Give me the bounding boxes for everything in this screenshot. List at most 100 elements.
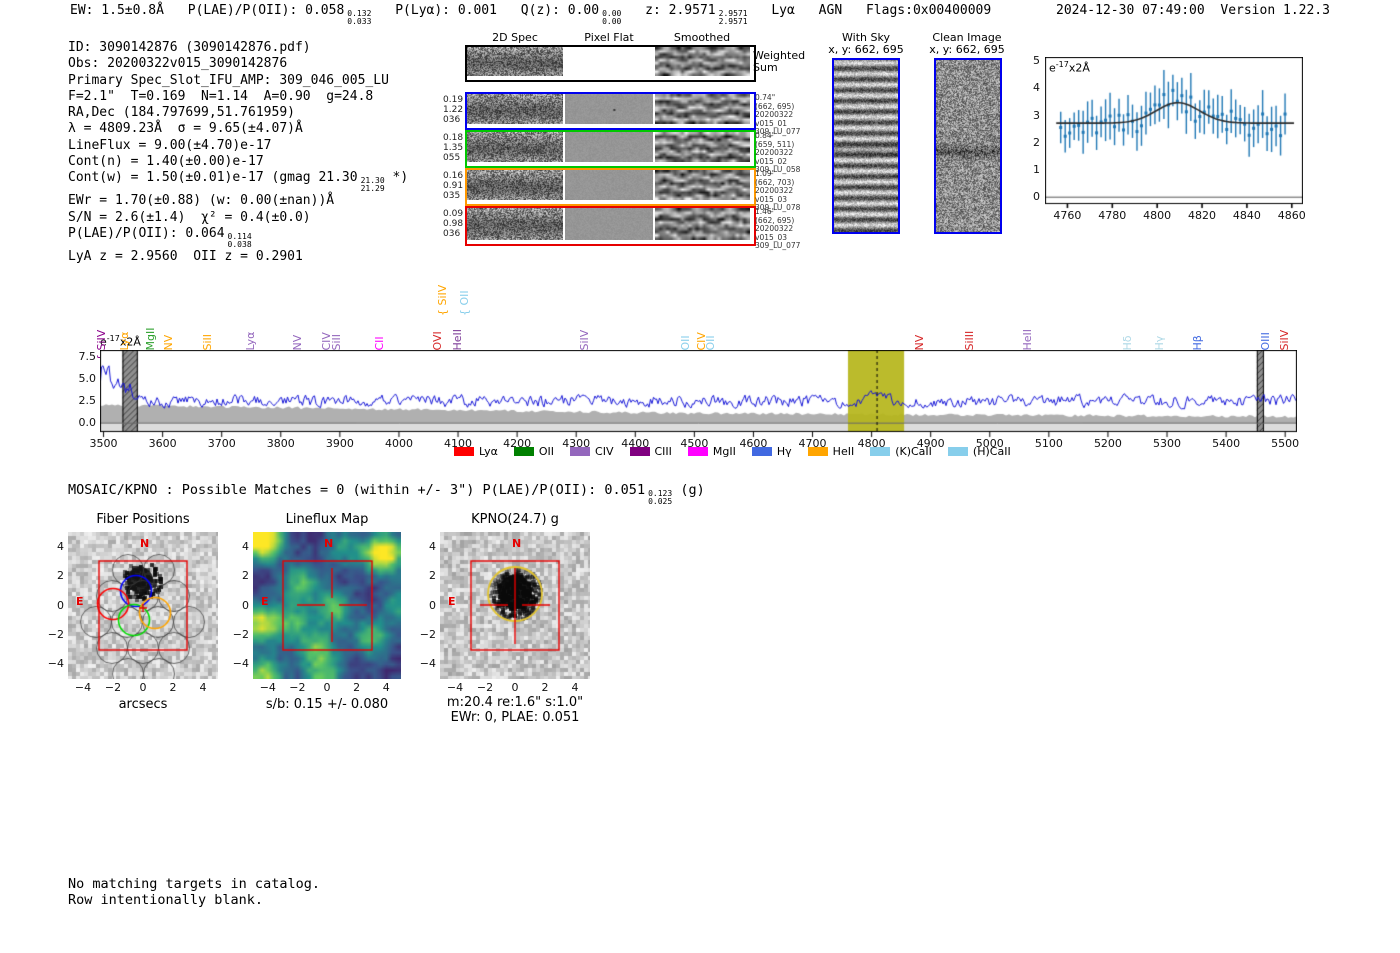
clean-image-coords: x, y: 662, 695 bbox=[929, 43, 1004, 56]
smoothed-cutout bbox=[655, 208, 750, 240]
legend-swatch bbox=[688, 447, 708, 456]
z-value: z: 2.95712.95712.9571 bbox=[645, 3, 747, 18]
legend-label: OII bbox=[539, 445, 554, 458]
legend-label: CIV bbox=[595, 445, 613, 458]
legend-label: Hγ bbox=[777, 445, 792, 458]
info-text: P(LAE)/P(OII): 0.064 bbox=[68, 226, 225, 241]
zoom-y-tick: 5 bbox=[1028, 54, 1040, 67]
spectrum-x-tick: 5500 bbox=[1271, 437, 1299, 450]
kpno-title: KPNO(24.7) g bbox=[471, 512, 559, 527]
info-text: Cont(w) = 1.50(±0.01)e-17 (gmag 21.30 bbox=[68, 170, 358, 185]
report-version: Version 1.22.3 bbox=[1220, 3, 1330, 18]
cutout-y-tick: −4 bbox=[227, 657, 249, 670]
info-uncertainty: 21.3021.29 bbox=[361, 177, 385, 193]
cutout-x-tick: 0 bbox=[512, 681, 519, 694]
cutout-x-tick: 0 bbox=[324, 681, 331, 694]
info-text: ID: 3090142876 (3090142876.pdf) bbox=[68, 40, 311, 55]
weighted-sum-label: WeightedSum bbox=[753, 50, 805, 74]
with-sky-image bbox=[832, 58, 900, 234]
emission-line-label: { OII bbox=[458, 290, 471, 316]
spectrum-y-tick: 0.0 bbox=[72, 416, 96, 429]
zoom-x-tick: 4820 bbox=[1188, 209, 1216, 222]
footer-notes: No matching targets in catalog. Row inte… bbox=[68, 876, 320, 908]
zoom-x-tick: 4780 bbox=[1098, 209, 1126, 222]
spec2d-row-right-label: 1.46"(662, 695)20200322v015_03309_LU_077 bbox=[755, 208, 800, 251]
zoom-x-tick: 4800 bbox=[1143, 209, 1171, 222]
cutout-y-tick: 4 bbox=[227, 540, 249, 553]
fiber-xlabel: arcsecs bbox=[119, 697, 168, 712]
spec2d-cutout bbox=[467, 94, 563, 124]
header-summary: EW: 1.5±0.8Å P(LAE)/P(OII): 0.0580.1320.… bbox=[70, 3, 1007, 26]
z-lo: 2.9571 bbox=[719, 18, 748, 26]
spectrum-x-tick: 5100 bbox=[1035, 437, 1063, 450]
zoom-x-tick: 4860 bbox=[1278, 209, 1306, 222]
plae-poii-label: P(LAE)/P(OII): bbox=[188, 3, 298, 18]
kpno-image bbox=[440, 532, 590, 679]
cutout-x-tick: −4 bbox=[260, 681, 276, 694]
plae-poii-lo: 0.033 bbox=[347, 18, 371, 26]
weighted-sum-line: Sum bbox=[753, 62, 805, 74]
legend-label: MgII bbox=[713, 445, 736, 458]
line-type-label: Lyα bbox=[771, 3, 794, 18]
emission-line-label: { SiIV bbox=[436, 285, 449, 316]
smoothed-cutout bbox=[655, 132, 750, 162]
zoom-x-tick: 4760 bbox=[1053, 209, 1081, 222]
cutout-x-tick: −2 bbox=[105, 681, 121, 694]
cutout-x-tick: −4 bbox=[447, 681, 463, 694]
with-sky-coords: x, y: 662, 695 bbox=[828, 43, 903, 56]
full-spectrum-plot bbox=[100, 350, 1297, 440]
info-line: EWr = 1.70(±0.88) (w: 0.00(±nan))Å bbox=[68, 193, 408, 209]
spectrum-x-tick: 3900 bbox=[326, 437, 354, 450]
spec2d-left-value: 0.18 bbox=[443, 133, 463, 143]
cutout-x-tick: 2 bbox=[542, 681, 549, 694]
mosaic-match-line: MOSAIC/KPNO : Possible Matches = 0 (with… bbox=[68, 482, 705, 506]
pixel-flat-cutout bbox=[565, 132, 653, 162]
z-number: 2.9571 bbox=[669, 3, 716, 18]
info-text: LyA z = 2.9560 OII z = 0.2901 bbox=[68, 249, 303, 264]
qz-bounds: 0.000.00 bbox=[602, 10, 621, 26]
kpno-xlabel2: EWr: 0, PLAE: 0.051 bbox=[451, 710, 580, 725]
spec2d-left-value: 055 bbox=[443, 153, 463, 163]
spec2d-right-value: 309_LU_077 bbox=[755, 242, 800, 251]
smoothed-cutout bbox=[655, 170, 750, 200]
spec2d-cutout bbox=[467, 208, 563, 240]
info-text: Cont(n) = 1.40(±0.00)e-17 bbox=[68, 154, 264, 169]
footer-line1: No matching targets in catalog. bbox=[68, 876, 320, 892]
info-text: F=2.1" T=0.169 N=1.14 A=0.90 g=24.8 bbox=[68, 89, 373, 104]
kpno-xlabel: m:20.4 re:1.6" s:1.0" bbox=[447, 695, 583, 710]
pixel-flat-cutout bbox=[565, 170, 653, 200]
spec2d-left-value: 0.98 bbox=[443, 219, 463, 229]
z-label: z: bbox=[645, 3, 661, 18]
info-text: *) bbox=[385, 170, 408, 185]
legend-swatch bbox=[630, 447, 650, 456]
legend-label: (K)CaII bbox=[895, 445, 932, 458]
smoothed-cutout bbox=[655, 94, 750, 124]
spec2d-column-title: 2D Spec bbox=[492, 31, 538, 44]
flags-value: Flags:0x00400009 bbox=[866, 3, 991, 18]
cutout-y-tick: −2 bbox=[227, 628, 249, 641]
info-text: RA,Dec (184.797699,51.761959) bbox=[68, 105, 295, 120]
spec2d-cutout bbox=[467, 47, 563, 76]
cutout-y-tick: −2 bbox=[414, 628, 436, 641]
plae-poii-bounds: 0.1320.033 bbox=[347, 10, 371, 26]
cutout-y-tick: −4 bbox=[414, 657, 436, 670]
info-line: ID: 3090142876 (3090142876.pdf) bbox=[68, 40, 408, 56]
spec2d-row-left-label: 0.181.35055 bbox=[443, 133, 463, 163]
plae-poii-value: P(LAE)/P(OII): 0.0580.1320.033 bbox=[188, 3, 372, 18]
lineflux-xlabel: s/b: 0.15 +/- 0.080 bbox=[266, 697, 388, 712]
legend-label: CIII bbox=[655, 445, 672, 458]
spectrum-x-tick: 3700 bbox=[208, 437, 236, 450]
info-line: Cont(n) = 1.40(±0.00)e-17 bbox=[68, 154, 408, 170]
legend-swatch bbox=[808, 447, 828, 456]
plae-poii-number: 0.058 bbox=[305, 3, 344, 18]
footer-line2: Row intentionally blank. bbox=[68, 892, 263, 908]
cutout-y-tick: 4 bbox=[414, 540, 436, 553]
spec2d-column-title: Pixel Flat bbox=[584, 31, 633, 44]
cutout-x-tick: 2 bbox=[170, 681, 177, 694]
elixer-report-page: EW: 1.5±0.8Å P(LAE)/P(OII): 0.0580.1320.… bbox=[0, 0, 1400, 953]
info-uncertainty-lo: 21.29 bbox=[361, 185, 385, 193]
qz-value: Q(z): 0.000.000.00 bbox=[521, 3, 622, 18]
detection-info-block: ID: 3090142876 (3090142876.pdf)Obs: 2020… bbox=[68, 40, 408, 265]
spec2d-row-left-label: 0.191.22036 bbox=[443, 95, 463, 125]
spectrum-x-tick: 5300 bbox=[1153, 437, 1181, 450]
